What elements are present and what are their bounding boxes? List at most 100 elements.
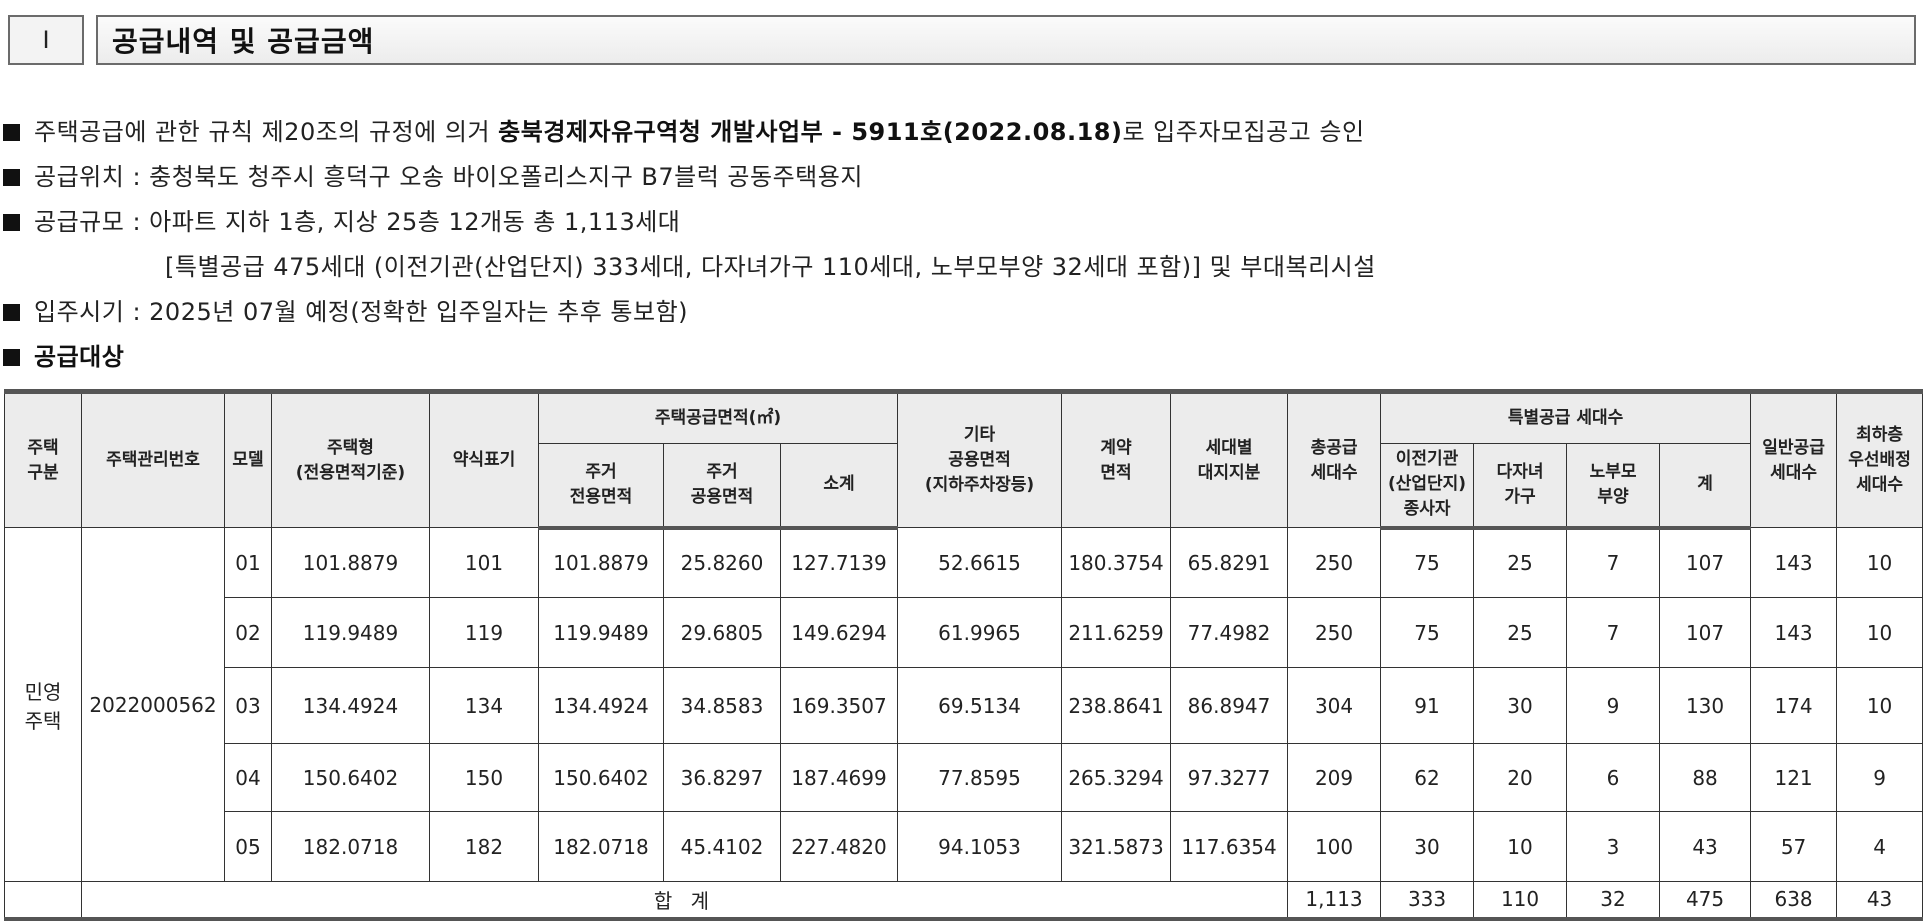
header-other-common-area: 기타 공용면적 (지하주차장등) xyxy=(897,391,1063,528)
supply-table: 주택 구분 주택관리번호 모델 주택형 (전용면적기준) 약식표기 주택공급면적… xyxy=(4,389,1924,921)
section-number: Ⅰ xyxy=(42,26,50,54)
cell-other-common-area: 69.5134 xyxy=(897,667,1063,744)
management-number: 2022000562 xyxy=(81,527,225,882)
cell-model: 03 xyxy=(224,667,272,744)
scale-text: 공급규모 : 아파트 지하 1층, 지상 25층 12개동 총 1,113세대 xyxy=(34,208,681,236)
table-row: 03 134.4924 134 134.4924 34.8583 169.350… xyxy=(5,667,1924,744)
cell-model: 01 xyxy=(224,527,272,598)
cell-common-area: 25.8260 xyxy=(663,527,781,598)
cell-area-subtotal: 169.3507 xyxy=(779,667,899,744)
cell-common-area: 45.4102 xyxy=(663,811,781,882)
cell-total-supply: 250 xyxy=(1287,527,1382,598)
cell-relocated: 91 xyxy=(1380,667,1475,744)
cell-relocated: 75 xyxy=(1380,527,1475,598)
cell-exclusive-area: 119.9489 xyxy=(538,597,664,668)
cell-house-type: 182.0718 xyxy=(271,811,430,882)
header-elderly-parent: 노부모 부양 xyxy=(1566,443,1661,530)
approval-number: 충북경제자유구역청 개발사업부 - 5911호(2022.08.18) xyxy=(498,118,1123,146)
cell-contract-area: 211.6259 xyxy=(1061,597,1172,668)
cell-total-supply: 250 xyxy=(1287,597,1382,668)
multi-child-sum: 110 xyxy=(1473,881,1568,919)
cell-abbreviation: 150 xyxy=(429,743,539,812)
cell-land-share: 117.6354 xyxy=(1170,811,1289,882)
header-total-supply: 총공급 세대수 xyxy=(1287,391,1382,528)
cell-contract-area: 180.3754 xyxy=(1061,527,1172,598)
approval-suffix: 로 입주자모집공고 승인 xyxy=(1122,118,1365,146)
totals-row: 합 계 1,113 333 110 32 475 638 43 xyxy=(4,881,1924,919)
cell-general-supply: 174 xyxy=(1750,667,1838,744)
cell-elderly: 3 xyxy=(1566,811,1661,882)
header-supply-area-group: 주택공급면적(㎡) xyxy=(537,391,899,444)
cell-multi-child: 10 xyxy=(1473,811,1568,882)
cell-exclusive-area: 182.0718 xyxy=(538,811,664,882)
cell-abbreviation: 182 xyxy=(429,811,539,882)
header-exclusive-area: 주거 전용면적 xyxy=(538,443,664,530)
cell-area-subtotal: 127.7139 xyxy=(779,527,899,598)
cell-common-area: 29.6805 xyxy=(663,597,781,668)
header-relocated-institution: 이전기관 (산업단지) 종사자 xyxy=(1380,443,1475,530)
cell-land-share: 86.8947 xyxy=(1170,667,1289,744)
bullet-supply-target: 공급대상 xyxy=(0,337,124,372)
header-multi-child: 다자녀 가구 xyxy=(1473,443,1568,530)
special-total-sum: 475 xyxy=(1659,881,1752,919)
total-supply-sum: 1,113 xyxy=(1287,881,1382,919)
header-land-share: 세대별 대지지분 xyxy=(1170,391,1289,528)
cell-multi-child: 25 xyxy=(1473,527,1568,598)
cell-special-total: 130 xyxy=(1659,667,1752,744)
square-bullet-icon xyxy=(3,304,20,321)
cell-special-total: 43 xyxy=(1659,811,1752,882)
cell-land-share: 77.4982 xyxy=(1170,597,1289,668)
cell-land-share: 65.8291 xyxy=(1170,527,1289,598)
bullet-scale: 공급규모 : 아파트 지하 1층, 지상 25층 12개동 총 1,113세대 xyxy=(0,202,680,237)
header-contract-area: 계약 면적 xyxy=(1061,391,1172,528)
cell-abbreviation: 119 xyxy=(429,597,539,668)
cell-elderly: 7 xyxy=(1566,527,1661,598)
header-special-total: 계 xyxy=(1659,443,1752,530)
bullet-location: 공급위치 : 충청북도 청주시 흥덕구 오송 바이오폴리스지구 B7블럭 공동주… xyxy=(0,157,863,192)
cell-multi-child: 25 xyxy=(1473,597,1568,668)
cell-other-common-area: 61.9965 xyxy=(897,597,1063,668)
cell-land-share: 97.3277 xyxy=(1170,743,1289,812)
cell-total-supply: 100 xyxy=(1287,811,1382,882)
cell-area-subtotal: 227.4820 xyxy=(779,811,899,882)
cell-general-supply: 143 xyxy=(1750,597,1838,668)
table-row: 04 150.6402 150 150.6402 36.8297 187.469… xyxy=(5,743,1924,812)
section-number-box: Ⅰ xyxy=(8,15,84,65)
header-lowest-floor-priority: 최하층 우선배정 세대수 xyxy=(1836,391,1924,528)
header-common-area: 주거 공용면적 xyxy=(663,443,781,530)
relocated-sum: 333 xyxy=(1380,881,1475,919)
cell-special-total: 88 xyxy=(1659,743,1752,812)
header-area-subtotal: 소계 xyxy=(779,443,899,530)
header-special-supply-group: 특별공급 세대수 xyxy=(1380,391,1752,444)
cell-house-type: 119.9489 xyxy=(271,597,430,668)
cell-exclusive-area: 101.8879 xyxy=(538,527,664,598)
cell-contract-area: 321.5873 xyxy=(1061,811,1172,882)
header-house-type: 주택형 (전용면적기준) xyxy=(271,391,430,528)
bullet-approval: 주택공급에 관한 규칙 제20조의 규정에 의거 충북경제자유구역청 개발사업부… xyxy=(0,112,1365,147)
cell-multi-child: 30 xyxy=(1473,667,1568,744)
section-title: 공급내역 및 공급금액 xyxy=(96,15,1916,65)
empty-cell xyxy=(4,881,82,919)
cell-lowest-floor: 4 xyxy=(1836,811,1924,882)
cell-house-type: 150.6402 xyxy=(271,743,430,812)
cell-common-area: 34.8583 xyxy=(663,667,781,744)
cell-contract-area: 265.3294 xyxy=(1061,743,1172,812)
header-management-number: 주택관리번호 xyxy=(81,391,225,528)
header-general-supply: 일반공급 세대수 xyxy=(1750,391,1838,528)
cell-elderly: 9 xyxy=(1566,667,1661,744)
header-model: 모델 xyxy=(224,391,272,528)
lowest-floor-sum: 43 xyxy=(1836,881,1924,919)
square-bullet-icon xyxy=(3,214,20,231)
cell-lowest-floor: 10 xyxy=(1836,527,1924,598)
bullet-move-in: 입주시기 : 2025년 07월 예정(정확한 입주일자는 추후 통보함) xyxy=(0,292,688,327)
cell-exclusive-area: 134.4924 xyxy=(538,667,664,744)
cell-other-common-area: 77.8595 xyxy=(897,743,1063,812)
header-abbreviation: 약식표기 xyxy=(429,391,539,528)
cell-general-supply: 121 xyxy=(1750,743,1838,812)
cell-relocated: 30 xyxy=(1380,811,1475,882)
cell-lowest-floor: 9 xyxy=(1836,743,1924,812)
cell-house-type: 101.8879 xyxy=(271,527,430,598)
table-row: 02 119.9489 119 119.9489 29.6805 149.629… xyxy=(5,597,1924,668)
cell-abbreviation: 134 xyxy=(429,667,539,744)
cell-relocated: 75 xyxy=(1380,597,1475,668)
